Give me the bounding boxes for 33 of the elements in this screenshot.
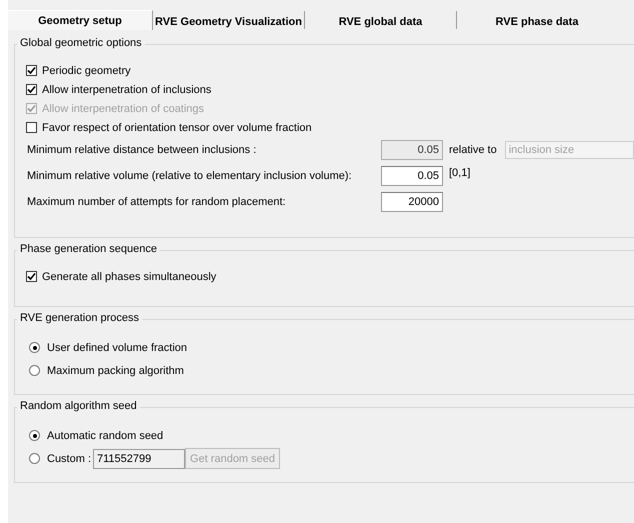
checkbox[interactable]: [26, 65, 37, 76]
tab[interactable]: RVE phase data: [457, 11, 617, 29]
radio-button[interactable]: [29, 430, 40, 441]
number-field[interactable]: 20000: [381, 192, 443, 212]
number-field[interactable]: 0.05: [381, 166, 443, 186]
checkbox-label: Periodic geometry: [42, 64, 131, 76]
group-title: Phase generation sequence: [17, 243, 160, 255]
checkbox-label: Allow interpenetration of inclusions: [42, 84, 212, 96]
radio-label: Automatic random seed: [47, 430, 164, 442]
checkbox-label: Generate all phases simultaneously: [42, 270, 216, 282]
seed-field[interactable]: 711552799: [93, 448, 186, 468]
checkbox[interactable]: [26, 271, 37, 282]
radio-button[interactable]: [29, 342, 40, 353]
tab[interactable]: Geometry setup: [8, 10, 153, 30]
field-label: Maximum number of attempts for random placement:: [27, 196, 287, 208]
group-title: Global geometric options: [17, 37, 145, 49]
tab[interactable]: RVE global data: [305, 11, 457, 29]
field-label: Minimum relative distance between inclusions :: [27, 144, 258, 156]
radio-button[interactable]: [29, 365, 40, 376]
checkbox[interactable]: [26, 122, 37, 133]
checkbox-label: Favor respect of orientation tensor over volume fraction: [42, 122, 312, 134]
radio-label: User defined volume fraction: [47, 342, 188, 354]
group-title: RVE generation process: [17, 312, 142, 324]
radio-label: Maximum packing algorithm: [47, 364, 184, 376]
field-label: Minimum relative volume (relative to elementary inclusion volume):: [27, 170, 353, 182]
tab[interactable]: RVE Geometry Visualization: [153, 11, 305, 29]
radio-button[interactable]: [29, 453, 40, 464]
relative-label: relative to: [449, 144, 497, 156]
range-hint: [0,1]: [449, 167, 470, 179]
radio-label: Custom :: [47, 452, 92, 464]
checkbox-label: Allow interpenetration of coatings: [42, 102, 204, 114]
group-title: Random algorithm seed: [17, 400, 140, 412]
checkbox[interactable]: [26, 84, 37, 95]
